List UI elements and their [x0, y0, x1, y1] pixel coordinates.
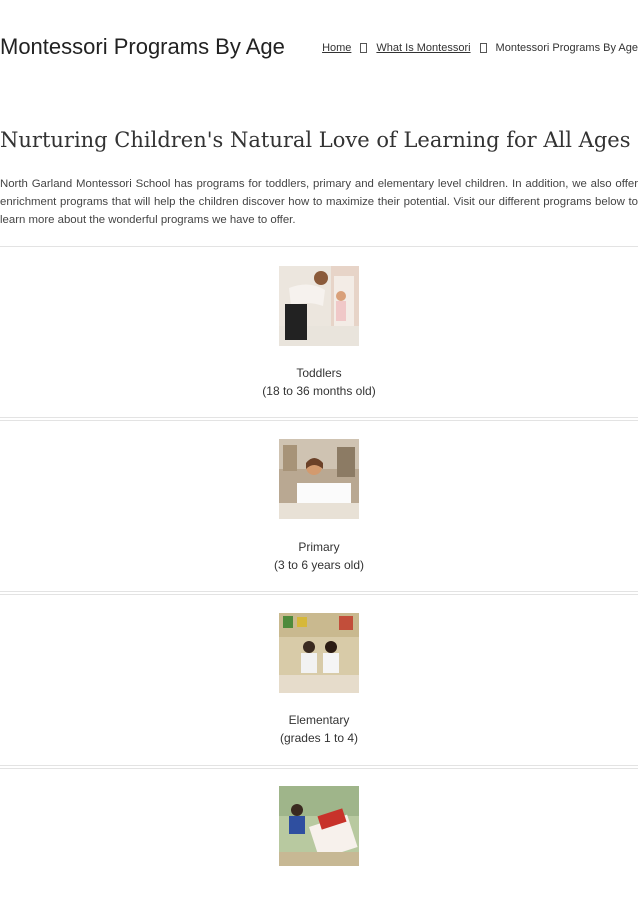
breadcrumb: Home What Is Montessori Montessori Progr… [322, 42, 638, 54]
program-age-primary: (3 to 6 years old) [273, 558, 365, 572]
primary-photo[interactable] [279, 439, 359, 519]
divider [0, 417, 638, 421]
toddlers-photo[interactable] [279, 266, 359, 346]
breadcrumb-separator-icon [360, 43, 368, 53]
breadcrumb-separator-icon [479, 43, 487, 53]
breadcrumb-what-is-montessori-link[interactable]: What Is Montessori [376, 42, 470, 54]
site-header: Montessori Programs By Age Home What Is … [0, 34, 638, 64]
program-age-toddlers: (18 to 36 months old) [262, 384, 376, 398]
program-name-primary[interactable]: Primary [0, 540, 638, 554]
intro-paragraph: North Garland Montessori School has prog… [0, 178, 638, 226]
breadcrumb-current: Montessori Programs By Age [495, 42, 638, 54]
divider [0, 246, 638, 247]
site-title: Montessori Programs By Age [0, 34, 285, 59]
page-heading: Nurturing Children's Natural Love of Lea… [0, 128, 631, 152]
elementary-photo[interactable] [279, 613, 359, 693]
breadcrumb-home-link[interactable]: Home [322, 42, 351, 54]
enrichment-photo[interactable] [279, 786, 359, 866]
divider [0, 591, 638, 595]
program-name-elementary[interactable]: Elementary [0, 713, 638, 727]
program-age-elementary: (grades 1 to 4) [279, 731, 359, 745]
divider [0, 765, 638, 769]
program-name-toddlers[interactable]: Toddlers [0, 366, 638, 380]
